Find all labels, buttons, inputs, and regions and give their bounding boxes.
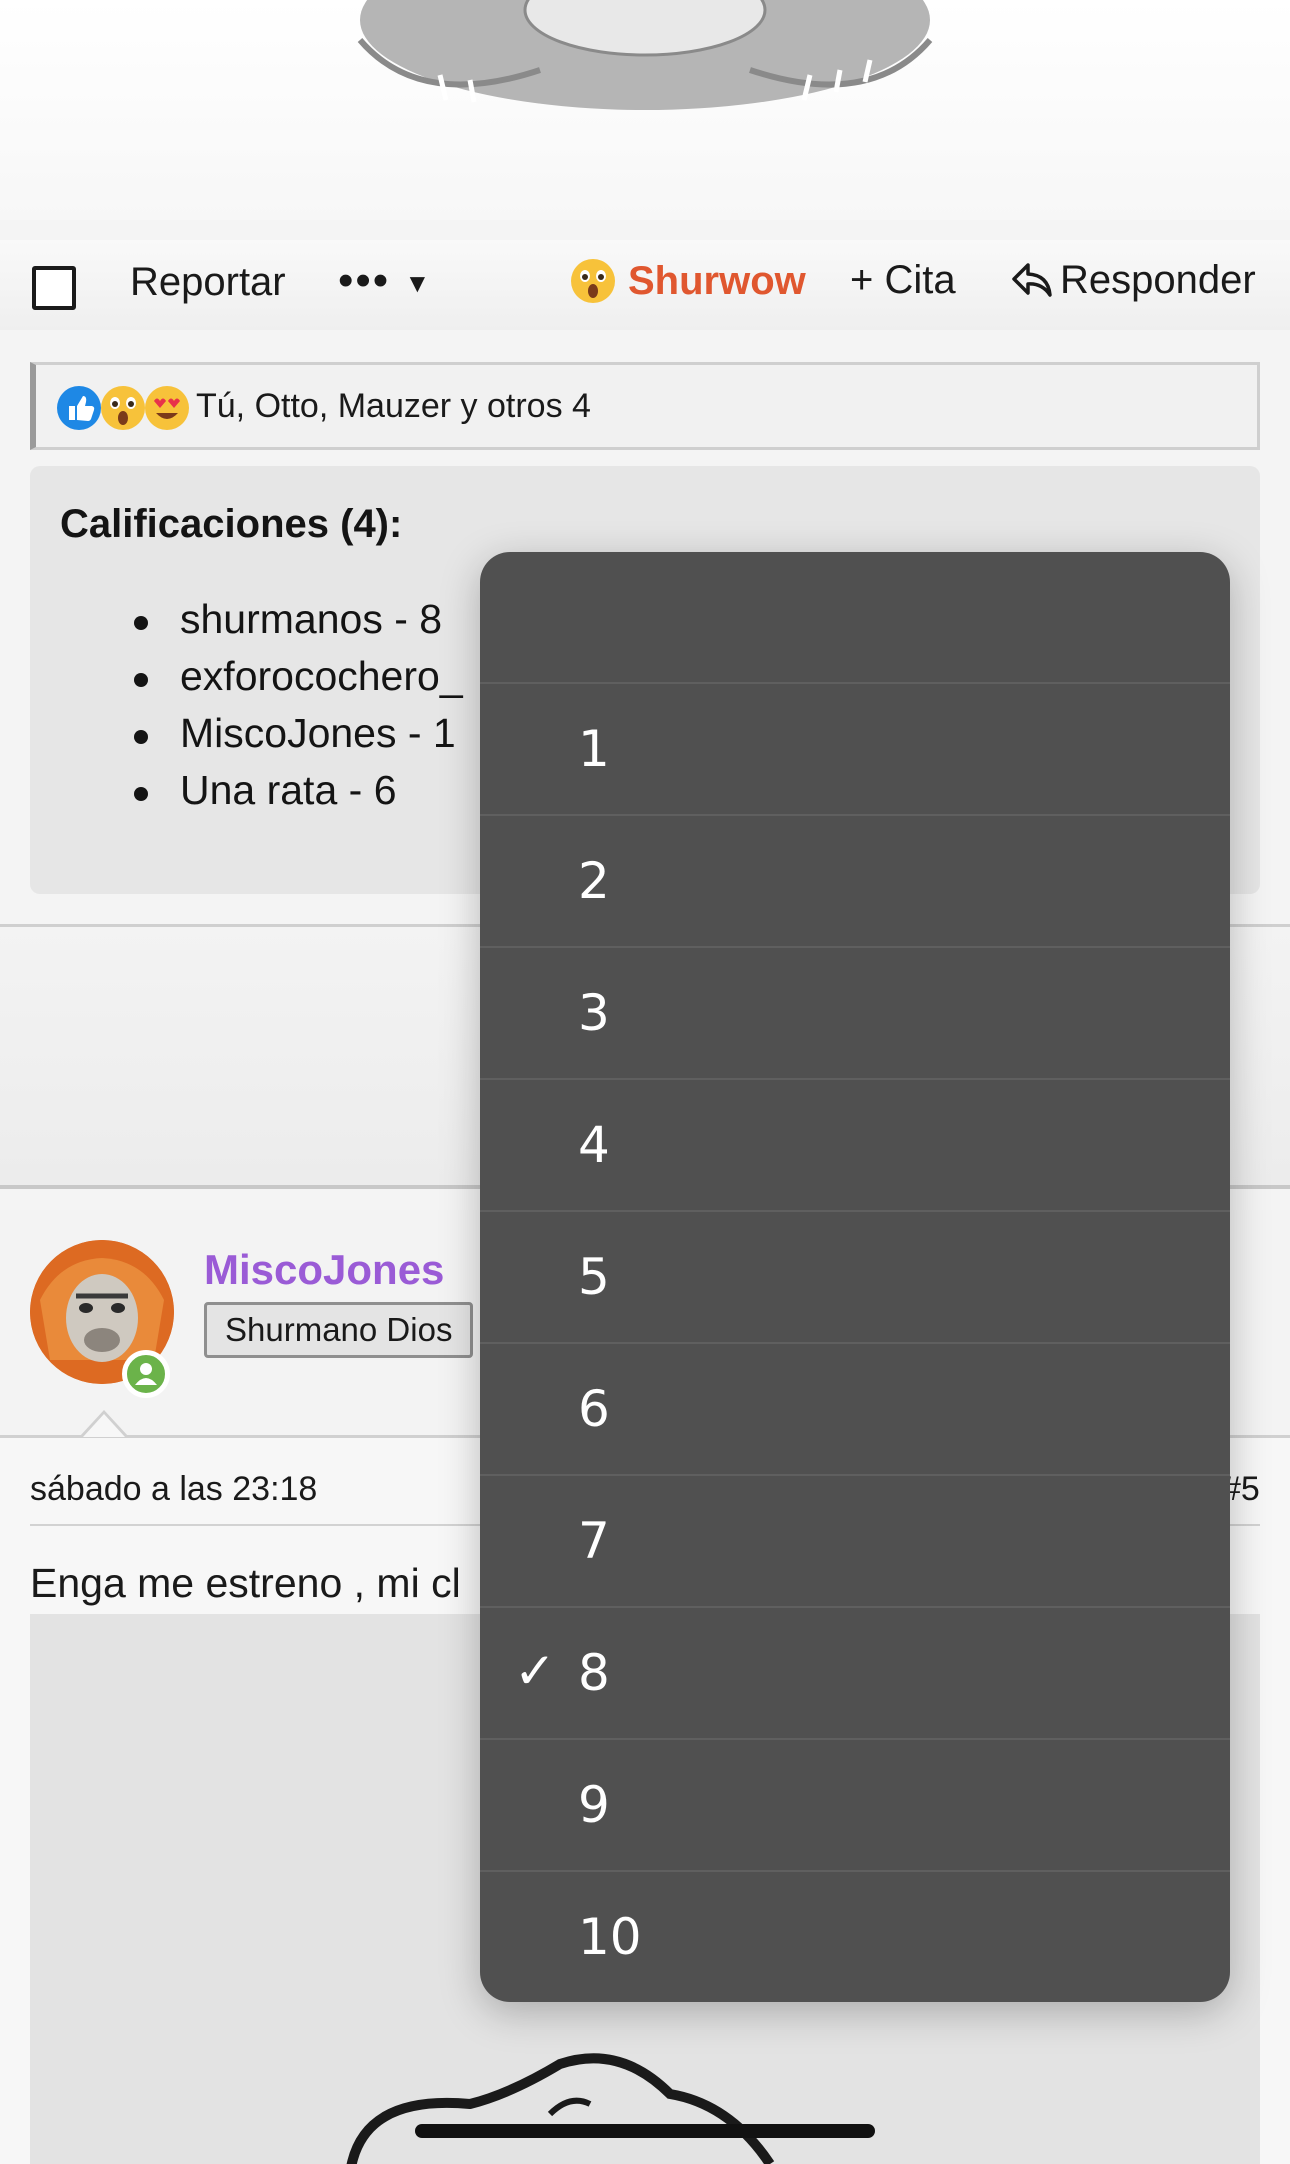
reply-button[interactable]: Responder <box>1010 258 1256 303</box>
home-indicator[interactable] <box>415 2124 875 2138</box>
post-username[interactable]: MiscoJones <box>204 1246 444 1294</box>
ratings-title: Calificaciones (4): <box>60 502 403 546</box>
picker-option-label: 4 <box>578 1116 610 1174</box>
picker-option[interactable]: 1 <box>480 684 1230 816</box>
picker-option-label: 8 <box>578 1644 610 1702</box>
picker-option-label: 5 <box>578 1248 610 1306</box>
rating-item: shurmanos - 8 <box>134 596 463 653</box>
reactions-summary[interactable]: Tú, Otto, Mauzer y otros 4 <box>30 362 1260 450</box>
picker-option-label: 6 <box>578 1380 610 1438</box>
astonished-face-icon <box>101 386 145 430</box>
thread-page: Reportar ••• ▼ Shurwow + Cita Responder <box>0 0 1290 2164</box>
ratings-list: shurmanos - 8 exforocochero_ MiscoJones … <box>134 596 463 824</box>
rating-item: MiscoJones - 1 <box>134 710 463 767</box>
picker-option[interactable]: 10 <box>480 1872 1230 2002</box>
report-button[interactable]: Reportar <box>130 260 286 305</box>
post-date[interactable]: sábado a las 23:18 <box>30 1470 317 1509</box>
picker-option-label: 2 <box>578 852 610 910</box>
more-options-button[interactable]: ••• ▼ <box>338 256 432 306</box>
post-image-top <box>0 0 1290 220</box>
reply-arrow-icon <box>1012 262 1052 297</box>
reactions-text: Tú, Otto, Mauzer y otros 4 <box>196 387 591 425</box>
rating-item: exforocochero_ <box>134 653 463 710</box>
shurwow-reaction-button[interactable]: Shurwow <box>570 258 806 304</box>
post-action-bar: Reportar ••• ▼ Shurwow + Cita Responder <box>0 240 1290 330</box>
caret-down-icon: ▼ <box>404 267 433 298</box>
picker-option-label: 1 <box>578 720 610 778</box>
quote-button[interactable]: + Cita <box>850 258 956 303</box>
picker-option[interactable]: 4 <box>480 1080 1230 1212</box>
picker-option-label: 3 <box>578 984 610 1042</box>
picker-option[interactable]: 5 <box>480 1212 1230 1344</box>
picker-option[interactable]: 9 <box>480 1740 1230 1872</box>
rating-picker-menu[interactable]: 1 2 3 4 5 6 7 ✓ 8 9 10 <box>480 552 1230 2002</box>
picker-option-label: 10 <box>578 1908 642 1966</box>
rating-item: Una rata - 6 <box>134 767 463 824</box>
reply-label: Responder <box>1060 258 1256 302</box>
select-post-checkbox[interactable] <box>32 266 76 310</box>
post-text: Enga me estreno , mi cl <box>30 1560 461 1606</box>
picker-option[interactable]: 7 <box>480 1476 1230 1608</box>
heart-eyes-icon <box>145 386 189 430</box>
thumbs-up-icon <box>57 386 101 430</box>
picker-option[interactable]: 6 <box>480 1344 1230 1476</box>
picker-option-selected[interactable]: ✓ 8 <box>480 1608 1230 1740</box>
reaction-icons <box>56 385 192 436</box>
picker-option[interactable]: 2 <box>480 816 1230 948</box>
shurwow-label: Shurwow <box>628 258 806 303</box>
picker-option-empty[interactable] <box>480 552 1230 684</box>
online-status-icon <box>122 1350 170 1398</box>
user-rank-badge: Shurmano Dios <box>204 1302 474 1358</box>
astonished-face-icon <box>571 259 615 303</box>
picker-option-label: 7 <box>578 1512 610 1570</box>
picker-option[interactable]: 3 <box>480 948 1230 1080</box>
checkmark-icon: ✓ <box>514 1642 556 1700</box>
more-dots-icon: ••• <box>338 256 391 305</box>
picker-option-label: 9 <box>578 1776 610 1834</box>
header-pointer-fill <box>83 1414 125 1437</box>
